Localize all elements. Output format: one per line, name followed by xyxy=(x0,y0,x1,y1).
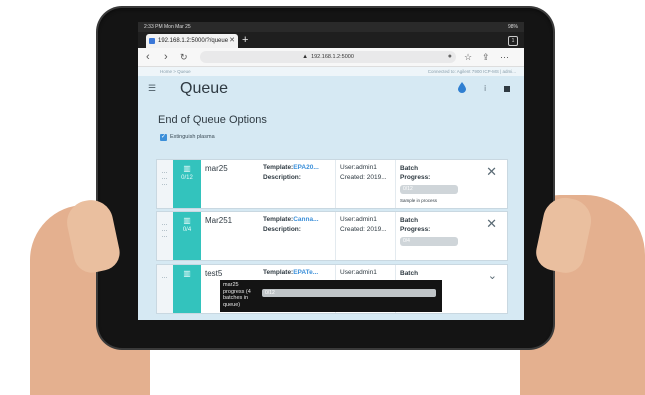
extinguish-plasma-checkbox[interactable]: ✓ xyxy=(160,134,167,141)
batch-progress-label: Batch Progress: xyxy=(400,165,431,181)
address-bar[interactable]: ▲ 192.168.1.2:5000 ● xyxy=(200,51,456,63)
drag-handle[interactable] xyxy=(157,212,173,260)
vials-icon: ▥ xyxy=(183,269,191,278)
browser-toolbar: ‹ › ↻ ▲ 192.168.1.2:5000 ● ☆ ⇪ ⋯ xyxy=(138,48,524,67)
template-link[interactable]: Canna... xyxy=(293,216,318,223)
app-info-bar: Home > Queue Connected to: Agilent 7900 … xyxy=(138,67,524,76)
batch-status: Sample in process xyxy=(400,198,438,203)
breadcrumb[interactable]: Home > Queue xyxy=(160,67,191,76)
batch-count-badge: ▥ 0/12 xyxy=(173,160,201,208)
ios-status-bar: 2:33 PM Mon Mar 25 98% xyxy=(138,22,524,32)
close-tab-icon[interactable]: ✕ xyxy=(229,34,235,48)
forward-icon[interactable]: › xyxy=(164,50,168,64)
batch-template: Template:EPA20... xyxy=(263,164,319,171)
batch-row[interactable]: ▥ 0/12 mar25 Template:EPA20... Descripti… xyxy=(156,159,508,209)
share-icon[interactable]: ⇪ xyxy=(482,50,490,64)
browser-tab-strip: 192.168.1.2:5000/?/queue ✕ + 1 xyxy=(138,32,524,48)
remove-batch-icon[interactable]: ✕ xyxy=(486,216,497,232)
back-icon[interactable]: ‹ xyxy=(146,50,150,64)
drag-handle[interactable] xyxy=(157,265,173,313)
reload-icon[interactable]: ↻ xyxy=(180,50,188,64)
expand-batch-icon[interactable]: ⌄ xyxy=(488,269,497,282)
battery-level: 98% xyxy=(507,24,518,30)
more-icon[interactable]: ⋯ xyxy=(500,50,509,64)
batch-user: User:admin1 xyxy=(340,164,377,171)
mic-icon[interactable]: ● xyxy=(448,51,452,63)
template-link[interactable]: EPA20... xyxy=(293,164,319,171)
favicon-icon xyxy=(149,38,155,44)
batch-name: test5 xyxy=(205,269,223,278)
info-icon[interactable]: ⅰ xyxy=(484,84,486,93)
vials-icon: ▥ xyxy=(183,164,191,173)
status-time: 2:33 PM Mon Mar 25 xyxy=(144,24,191,30)
batch-created: Created: 2019... xyxy=(340,174,387,181)
remove-batch-icon[interactable]: ✕ xyxy=(486,164,497,180)
stop-icon[interactable] xyxy=(504,86,510,92)
photo-scene: 2:33 PM Mon Mar 25 98% 192.168.1.2:5000/… xyxy=(0,0,645,395)
page-title: Queue xyxy=(180,80,229,97)
batch-template: Template:EPATe... xyxy=(263,269,319,276)
batch-count-badge: ▥ 0/4 xyxy=(173,212,201,260)
batch-progress-bar: 0/12 xyxy=(400,185,458,194)
template-link[interactable]: EPATe... xyxy=(293,269,318,276)
batch-name: mar25 xyxy=(205,164,228,173)
batch-row[interactable]: ▥ 0/4 Mar251 Template:Canna... Descripti… xyxy=(156,211,508,261)
extinguish-plasma-label: Extinguish plasma xyxy=(170,134,215,140)
batch-created: Created: 2019... xyxy=(340,226,387,233)
batch-user: User:admin1 xyxy=(340,216,377,223)
connection-status: Connected to: Agilent 7900 ICP-MS | admi… xyxy=(427,69,516,74)
batch-progress-label: Batch Progress: xyxy=(400,217,431,233)
tab-count-icon[interactable]: 1 xyxy=(508,36,518,46)
batch-progress-bar: 0/4 xyxy=(400,237,458,246)
vials-icon: ▥ xyxy=(183,216,191,225)
end-of-queue-title: End of Queue Options xyxy=(158,114,267,126)
batch-description-label: Description: xyxy=(263,174,301,181)
batch-template: Template:Canna... xyxy=(263,216,319,223)
tablet-screen: 2:33 PM Mon Mar 25 98% 192.168.1.2:5000/… xyxy=(138,22,524,320)
new-tab-button[interactable]: + xyxy=(242,34,248,46)
batch-description-label: Description: xyxy=(263,226,301,233)
browser-tab[interactable]: 192.168.1.2:5000/?/queue ✕ xyxy=(146,34,238,48)
queue-progress-panel: mar25 progress (4 batches in queue) 0/12 xyxy=(220,280,442,312)
url-text: 192.168.1.2:5000 xyxy=(311,54,354,60)
tab-title: 192.168.1.2:5000/?/queue xyxy=(158,38,229,44)
drag-handle[interactable] xyxy=(157,160,173,208)
batch-count-badge: ▥ xyxy=(173,265,201,313)
queue-progress-bar: 0/12 xyxy=(262,289,436,297)
droplet-icon[interactable] xyxy=(458,82,466,93)
warning-icon: ▲ xyxy=(302,54,309,60)
bookmark-icon[interactable]: ☆ xyxy=(464,50,472,64)
hamburger-icon[interactable]: ☰ xyxy=(148,83,156,94)
batch-user: User:admin1 xyxy=(340,269,377,276)
queue-progress-label: mar25 progress (4 batches in queue) xyxy=(223,282,251,308)
batch-name: Mar251 xyxy=(205,216,233,225)
batch-progress-label: Batch xyxy=(400,270,419,277)
